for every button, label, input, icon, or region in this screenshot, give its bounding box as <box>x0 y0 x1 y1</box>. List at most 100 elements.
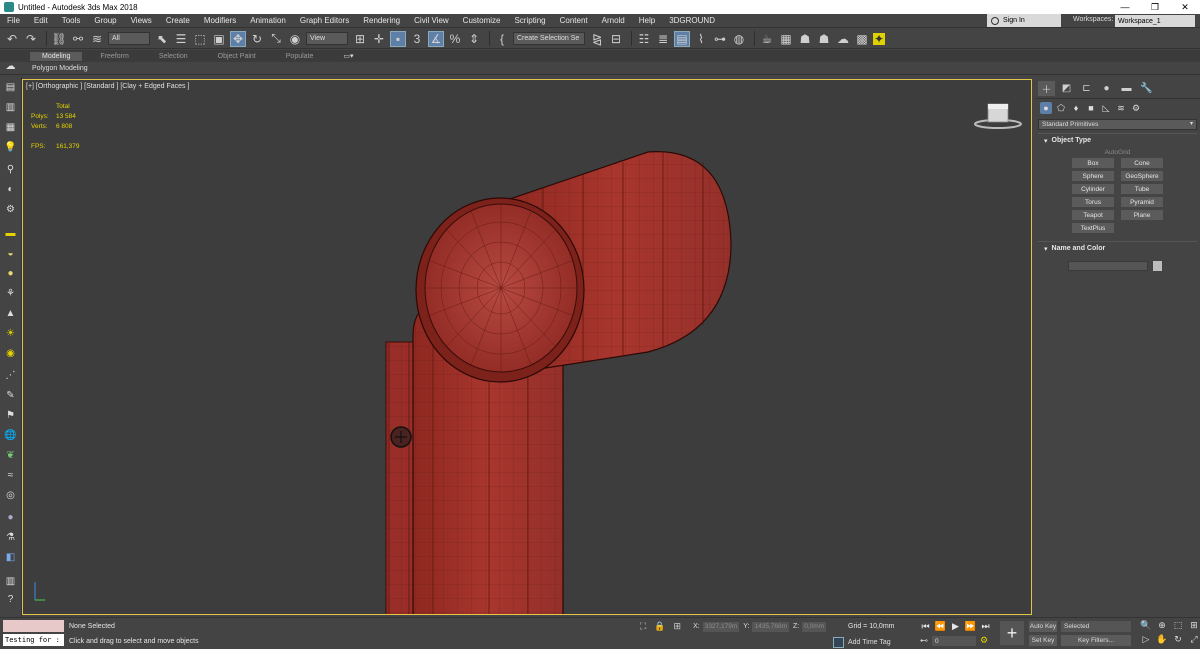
box-button[interactable]: Box <box>1072 158 1114 168</box>
object-color-swatch[interactable] <box>1153 261 1162 271</box>
absolute-mode-icon[interactable]: ⊞ <box>674 621 682 632</box>
select-by-name-icon[interactable]: ☰ <box>173 31 189 47</box>
pivot-center-icon[interactable]: ⊞ <box>352 31 368 47</box>
scene-explorer-icon[interactable]: ☷ <box>636 31 652 47</box>
goto-start-icon[interactable]: ⏮ <box>918 621 933 632</box>
paint-icon[interactable]: ✎ <box>3 389 18 402</box>
particles-icon[interactable]: ⋰ <box>3 369 18 382</box>
maximize-viewport-icon[interactable]: ⤢ <box>1186 634 1200 645</box>
menu-3dground[interactable]: 3DGROUND <box>662 16 722 25</box>
cone-icon[interactable]: ▲ <box>3 307 18 320</box>
autogrid-checkbox[interactable]: AutoGrid <box>1038 149 1197 156</box>
render-element-icon[interactable]: ◧ <box>3 551 18 564</box>
key-set-dropdown[interactable]: Selected <box>1061 621 1131 632</box>
helpers-icon[interactable]: ◐ <box>3 183 18 196</box>
object-name-field[interactable] <box>1068 261 1148 271</box>
minimize-button[interactable]: — <box>1110 0 1140 14</box>
menu-file[interactable]: File <box>0 16 27 25</box>
sign-in-button[interactable]: Sign In <box>987 14 1061 27</box>
menu-content[interactable]: Content <box>553 16 595 25</box>
goto-end-icon[interactable]: ⏭ <box>978 621 993 632</box>
menu-animation[interactable]: Animation <box>243 16 293 25</box>
selection-filter-dropdown[interactable]: All <box>108 32 150 45</box>
menu-customize[interactable]: Customize <box>456 16 508 25</box>
snaps-toggle-icon[interactable]: 3 <box>409 31 425 47</box>
next-frame-icon[interactable]: ⏩ <box>963 621 978 632</box>
primitives-dropdown[interactable]: Standard Primitives ▾ <box>1038 119 1197 130</box>
previous-frame-icon[interactable]: ⏪ <box>933 621 948 632</box>
x-coordinate-field[interactable]: 3327,179m <box>702 621 740 632</box>
menu-views[interactable]: Views <box>124 16 159 25</box>
menu-rendering[interactable]: Rendering <box>356 16 407 25</box>
space-warps-icon[interactable]: ≋ <box>1115 102 1127 114</box>
menu-create[interactable]: Create <box>159 16 197 25</box>
workspace-select[interactable]: Workspace_1 <box>1115 15 1195 27</box>
zoom-extents-all-icon[interactable]: ⊞ <box>1186 620 1200 631</box>
shapes-icon[interactable]: ⬠ <box>1055 102 1067 114</box>
maxscript-listener[interactable] <box>3 620 64 632</box>
lights-icon[interactable]: ♦ <box>1070 102 1082 114</box>
viewport-orthographic[interactable]: [+] [Orthographic ] [Standard ] [Clay + … <box>22 79 1032 615</box>
pan-icon[interactable]: ✋ <box>1154 634 1170 645</box>
maxscript-mini-listener[interactable]: Testing for : <box>3 634 64 646</box>
a360-gallery-icon[interactable]: ▩ <box>854 31 870 47</box>
link-icon[interactable]: ⛓ <box>51 31 67 47</box>
plane-button[interactable]: Plane <box>1121 210 1163 220</box>
fur-icon[interactable]: ≈ <box>3 469 18 482</box>
sun-icon[interactable]: ☀ <box>3 327 18 340</box>
selection-lock-icon[interactable]: 🔒 <box>654 621 665 632</box>
display-none-icon[interactable]: ▥ <box>3 101 18 114</box>
material-icon[interactable]: ◉ <box>3 347 18 360</box>
geometry-display-icon[interactable]: ● <box>3 267 18 280</box>
add-time-tag[interactable]: Add Time Tag <box>833 637 891 648</box>
polygon-modeling-label[interactable]: Polygon Modeling <box>32 65 88 72</box>
key-filters-button[interactable]: Key Filters... <box>1061 635 1131 646</box>
current-frame-field[interactable]: 0 <box>932 636 976 646</box>
menu-scripting[interactable]: Scripting <box>507 16 552 25</box>
mirror-icon[interactable]: ⧎ <box>589 31 605 47</box>
viewport-label[interactable]: [+] [Orthographic ] [Standard ] [Clay + … <box>26 83 189 90</box>
zoom-icon[interactable]: 🔍 <box>1138 620 1154 631</box>
play-icon[interactable]: ▶ <box>948 621 963 632</box>
orbit-icon[interactable]: ↻ <box>1170 634 1186 645</box>
named-selection-dropdown[interactable]: Create Selection Se <box>513 32 585 45</box>
unlink-icon[interactable]: ⚯ <box>70 31 86 47</box>
render-setup-icon[interactable]: ☕ <box>759 31 775 47</box>
viewcube-icon[interactable] <box>973 100 1023 130</box>
torus-button[interactable]: Torus <box>1072 197 1114 207</box>
bone-icon[interactable]: ⚘ <box>3 287 18 300</box>
tab-selection[interactable]: Selection <box>147 52 200 61</box>
bind-spacewarp-icon[interactable]: ≋ <box>89 31 105 47</box>
schematic-view-icon[interactable]: ⊶ <box>712 31 728 47</box>
flask-icon[interactable]: ⚗ <box>3 531 18 544</box>
maximize-button[interactable]: ❐ <box>1140 0 1170 14</box>
z-coordinate-field[interactable]: 0,0mm <box>802 621 827 632</box>
select-scale-icon[interactable]: ⤡ <box>268 31 284 47</box>
curve-editor-icon[interactable]: ⌇ <box>693 31 709 47</box>
teapot-button[interactable]: Teapot <box>1072 210 1114 220</box>
close-button[interactable]: ✕ <box>1170 0 1200 14</box>
render-production-icon[interactable]: ☗ <box>797 31 813 47</box>
display-tab-icon[interactable]: ▬ <box>1118 81 1135 96</box>
render-iterative-icon[interactable]: ☗ <box>816 31 832 47</box>
object-type-header[interactable]: ▾ Object Type <box>1038 134 1197 147</box>
spinner-snap-icon[interactable]: ⇕ <box>466 31 482 47</box>
set-keys-button[interactable]: + <box>1000 621 1024 645</box>
tab-modeling[interactable]: Modeling <box>30 51 83 61</box>
utilities-tab-icon[interactable]: 🔧 <box>1138 81 1155 96</box>
menu-group[interactable]: Group <box>87 16 123 25</box>
sphere-button[interactable]: Sphere <box>1072 171 1114 181</box>
time-config-icon[interactable]: ⚙ <box>980 635 988 646</box>
key-mode-icon[interactable]: ⊷ <box>920 636 928 645</box>
cylinder-button[interactable]: Cylinder <box>1072 184 1114 194</box>
menu-help[interactable]: Help <box>632 16 662 25</box>
helpers-icon[interactable]: ◺ <box>1100 102 1112 114</box>
ref-coord-dropdown[interactable]: View <box>306 32 348 45</box>
render-cloud-icon[interactable]: ☁ <box>835 31 851 47</box>
plant-icon[interactable]: ❦ <box>3 449 18 462</box>
motion-tab-icon[interactable]: ● <box>1098 81 1115 96</box>
window-crossing-icon[interactable]: ▣ <box>211 31 227 47</box>
angle-snap-icon[interactable]: ∡ <box>428 30 444 47</box>
rect-selection-icon[interactable]: ⬚ <box>192 31 208 47</box>
keyboard-shortcut-override-icon[interactable]: ▪ <box>390 30 406 47</box>
